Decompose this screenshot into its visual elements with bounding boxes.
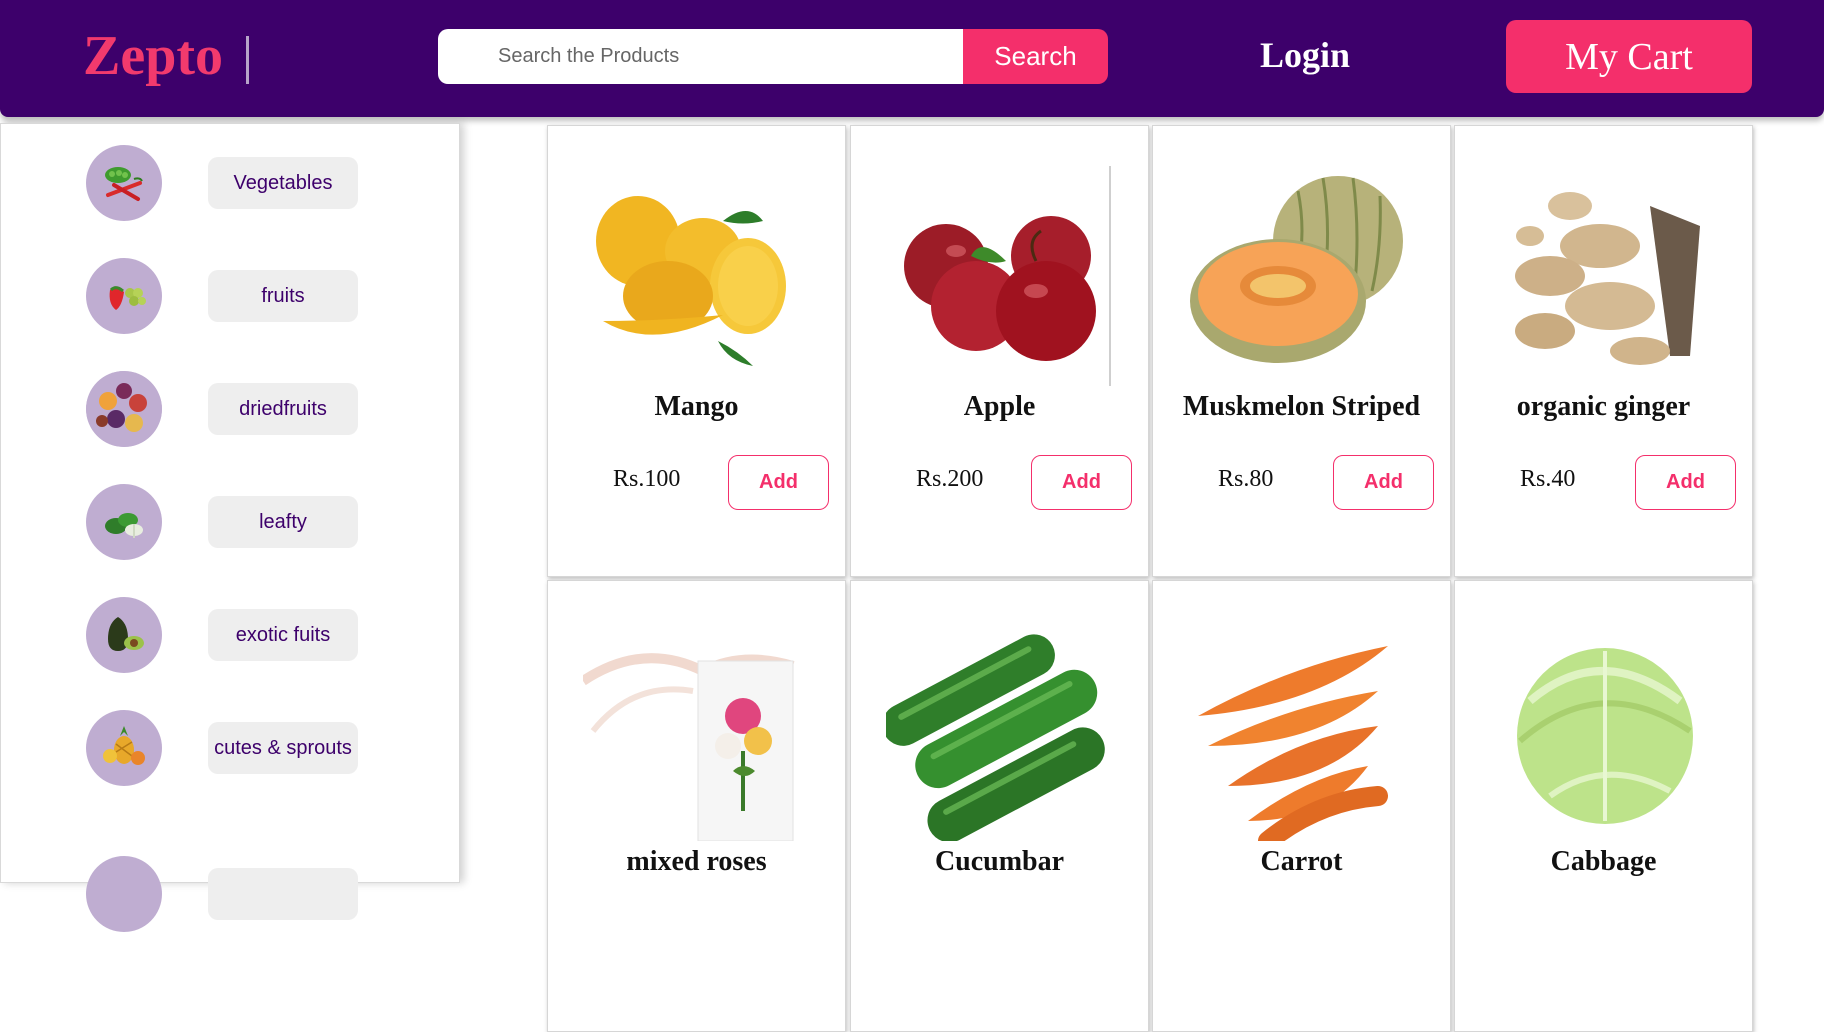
product-name: Mango	[654, 391, 739, 422]
add-to-cart-button[interactable]: Add	[1031, 455, 1132, 510]
product-card-cucumber: Cucumbar	[850, 580, 1149, 1032]
fruits-icon	[86, 258, 162, 334]
search-bar: Search	[438, 29, 1108, 84]
search-input[interactable]	[438, 29, 963, 84]
category-label	[208, 868, 358, 920]
add-to-cart-button[interactable]: Add	[1333, 455, 1434, 510]
category-label: driedfruits	[208, 383, 358, 435]
category-icon	[86, 856, 162, 932]
mango-icon	[596, 196, 786, 366]
brand-logo[interactable]: Zepto	[83, 24, 223, 88]
category-label: Vegetables	[208, 157, 358, 209]
category-item-more[interactable]	[86, 856, 358, 932]
product-name: mixed roses	[626, 846, 767, 877]
product-card-muskmelon: Muskmelon Striped Rs.80 Add	[1152, 125, 1451, 577]
avocado-icon	[86, 597, 162, 673]
product-price: Rs.100	[613, 466, 681, 492]
leafy-icon	[86, 484, 162, 560]
product-card-apple: Apple Rs.200 Add	[850, 125, 1149, 577]
category-item-fruits[interactable]: fruits	[86, 258, 358, 334]
product-card-ginger: organic ginger Rs.40 Add	[1454, 125, 1753, 577]
product-price: Rs.200	[916, 466, 984, 492]
cabbage-icon	[1517, 648, 1693, 824]
product-name: Cucumbar	[934, 846, 1065, 877]
category-item-exotic-fruits[interactable]: exotic fuits	[86, 597, 358, 673]
pineapple-icon	[86, 710, 162, 786]
my-cart-button[interactable]: My Cart	[1506, 20, 1752, 93]
category-item-vegetables[interactable]: Vegetables	[86, 145, 358, 221]
product-name: Carrot	[1260, 846, 1343, 877]
login-link[interactable]: Login	[1260, 34, 1350, 76]
add-to-cart-button[interactable]: Add	[728, 455, 829, 510]
product-name: Apple	[963, 391, 1036, 422]
add-to-cart-button[interactable]: Add	[1635, 455, 1736, 510]
category-label: leafty	[208, 496, 358, 548]
product-price: Rs.40	[1520, 466, 1576, 492]
category-label: fruits	[208, 270, 358, 322]
category-item-leafy[interactable]: leafty	[86, 484, 358, 560]
category-label: exotic fuits	[208, 609, 358, 661]
product-name: Muskmelon Striped	[1182, 391, 1421, 422]
product-card-cabbage: Cabbage	[1454, 580, 1753, 1032]
dried-fruits-icon	[86, 371, 162, 447]
cucumber-icon	[886, 634, 1105, 841]
category-item-driedfruits[interactable]: driedfruits	[86, 371, 358, 447]
ginger-icon	[1515, 192, 1700, 365]
carrot-icon	[1198, 646, 1388, 841]
top-navbar: Zepto Search Login My Cart	[0, 0, 1824, 117]
category-label: cutes & sprouts	[208, 722, 358, 774]
vegetables-icon	[86, 145, 162, 221]
product-card-carrot: Carrot	[1152, 580, 1451, 1032]
product-card-mixed-roses: mixed roses	[547, 580, 846, 1032]
product-name: Cabbage	[1550, 846, 1657, 877]
muskmelon-icon	[1190, 176, 1403, 363]
apple-icon	[904, 166, 1111, 386]
product-name: organic ginger	[1516, 391, 1691, 422]
category-sidebar: Vegetables fruits driedfruits leafty exo…	[0, 123, 460, 932]
search-button[interactable]: Search	[963, 29, 1108, 84]
product-card-mango: Mango Rs.100 Add	[547, 125, 846, 577]
roses-icon	[583, 653, 795, 841]
product-price: Rs.80	[1218, 466, 1274, 492]
category-item-cuts-sprouts[interactable]: cutes & sprouts	[86, 710, 358, 786]
logo-divider	[246, 36, 249, 84]
